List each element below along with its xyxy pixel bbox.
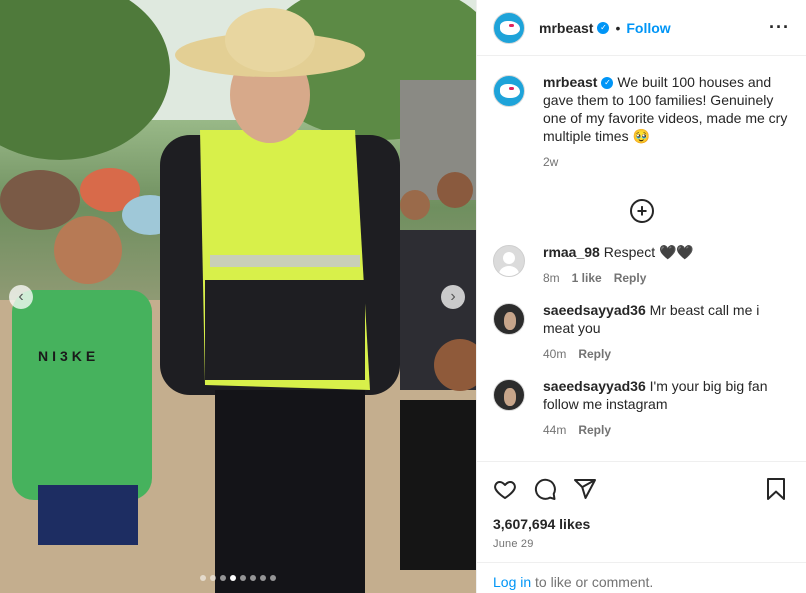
post-sidebar: mrbeast ✓ • Follow ··· mrbeast ✓ We built… — [476, 0, 806, 593]
comment-icon[interactable] — [533, 477, 557, 501]
carousel-dot[interactable] — [260, 575, 266, 581]
carousel-dot[interactable] — [210, 575, 216, 581]
carousel-dot[interactable] — [270, 575, 276, 581]
comment-text: Respect 🖤🖤 — [603, 244, 694, 260]
author-username[interactable]: mrbeast — [539, 20, 593, 36]
carousel-dot[interactable] — [220, 575, 226, 581]
verified-badge-icon: ✓ — [601, 77, 614, 90]
carousel-dot-active[interactable] — [230, 575, 236, 581]
carousel-dots — [0, 575, 476, 581]
like-count[interactable]: 3,607,694 likes — [493, 516, 791, 532]
post-header: mrbeast ✓ • Follow ··· — [477, 0, 806, 56]
chevron-left-icon: ‹ — [18, 288, 24, 305]
post-media[interactable]: NI3KE ‹ › — [0, 0, 476, 593]
share-icon[interactable] — [573, 477, 597, 501]
comment-username[interactable]: saeedsayyad36 — [543, 302, 646, 318]
author-avatar[interactable] — [493, 11, 525, 44]
post-actions: 3,607,694 likes June 29 — [477, 461, 806, 550]
comment-age: 40m — [543, 347, 567, 361]
more-options-icon[interactable]: ··· — [769, 17, 790, 38]
commenter-avatar[interactable] — [493, 379, 525, 411]
comment-item: rmaa_98 Respect 🖤🖤 8m 1 like Reply — [493, 243, 791, 287]
caption-username[interactable]: mrbeast — [543, 74, 597, 90]
reply-button[interactable]: Reply — [578, 345, 611, 363]
reply-button[interactable]: Reply — [578, 421, 611, 439]
carousel-next-button[interactable]: › — [441, 285, 465, 309]
comment-username[interactable]: rmaa_98 — [543, 244, 600, 260]
carousel-dot[interactable] — [250, 575, 256, 581]
verified-badge-icon: ✓ — [597, 21, 610, 34]
comment-age: 44m — [543, 423, 567, 437]
comment-item: saeedsayyad36 Mr beast call me i meat yo… — [493, 301, 791, 363]
comment-username[interactable]: saeedsayyad36 — [543, 378, 646, 394]
comment-like-count[interactable]: 1 like — [572, 269, 602, 287]
commenter-avatar[interactable] — [493, 245, 525, 277]
heart-icon[interactable] — [493, 477, 517, 501]
carousel-prev-button[interactable]: ‹ — [9, 285, 33, 309]
post-photo — [0, 0, 476, 593]
separator-dot: • — [615, 19, 621, 36]
login-link[interactable]: Log in — [493, 574, 531, 590]
comment-age: 8m — [543, 271, 560, 285]
post-date[interactable]: June 29 — [493, 538, 791, 550]
reply-button[interactable]: Reply — [614, 269, 647, 287]
load-more-comments[interactable]: + — [493, 199, 791, 229]
post-caption: mrbeast ✓ We built 100 houses and gave th… — [493, 73, 791, 191]
carousel-dot[interactable] — [200, 575, 206, 581]
commenter-avatar[interactable] — [493, 303, 525, 335]
comment-item: saeedsayyad36 I'm your big big fan follo… — [493, 377, 791, 439]
carousel-dot[interactable] — [240, 575, 246, 581]
chevron-right-icon: › — [450, 288, 456, 305]
shirt-print: NI3KE — [38, 348, 100, 364]
caption-age: 2w — [543, 155, 559, 169]
login-prompt-text: to like or comment. — [531, 574, 654, 590]
comments-section[interactable]: mrbeast ✓ We built 100 houses and gave th… — [477, 57, 806, 461]
login-prompt: Log in to like or comment. — [477, 562, 806, 593]
bookmark-icon[interactable] — [765, 477, 787, 501]
caption-author-avatar[interactable] — [493, 75, 525, 107]
follow-button[interactable]: Follow — [626, 20, 670, 36]
plus-circle-icon[interactable]: + — [630, 199, 654, 223]
